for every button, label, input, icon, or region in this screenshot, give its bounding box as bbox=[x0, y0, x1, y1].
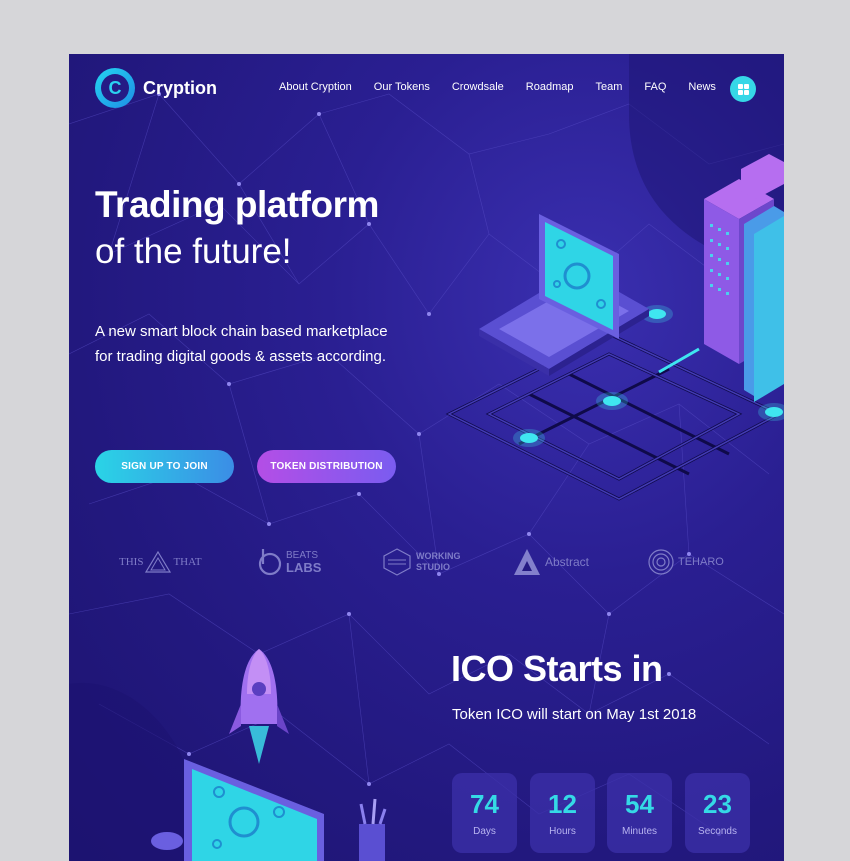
countdown-label: Hours bbox=[549, 826, 576, 837]
ico-subtitle: Token ICO will start on May 1st 2018 bbox=[452, 706, 697, 723]
hero-subtitle: of the future! bbox=[95, 232, 292, 271]
countdown-seconds: 23 Seconds bbox=[685, 773, 750, 853]
teharo-label: TEHARO bbox=[678, 556, 724, 568]
countdown-days: 74 Days bbox=[452, 773, 517, 853]
blockchain-illustration bbox=[445, 154, 784, 501]
countdown-hours: 12 Hours bbox=[530, 773, 595, 853]
brand-name: Cryption bbox=[143, 77, 217, 98]
working-label: WORKING bbox=[416, 551, 461, 561]
token-distribution-button[interactable]: TOKEN DISTRIBUTION bbox=[257, 450, 396, 483]
nav-news[interactable]: News bbox=[688, 81, 716, 93]
hero-description: A new smart block chain based marketplac… bbox=[95, 323, 388, 365]
hexagon-icon bbox=[383, 548, 411, 576]
triangle-icon bbox=[145, 551, 172, 573]
rocket-monitor-illustration bbox=[151, 649, 387, 861]
partner-logos: THIS THAT BEATS LABS WORKING STUDIO Abst… bbox=[109, 542, 749, 582]
nav-team[interactable]: Team bbox=[596, 81, 623, 93]
partner-beats-labs: BEATS LABS bbox=[257, 542, 321, 582]
countdown-value: 74 bbox=[470, 789, 499, 819]
countdown-minutes: 54 Minutes bbox=[607, 773, 672, 853]
labs-label: LABS bbox=[286, 560, 322, 575]
nav-our-tokens[interactable]: Our Tokens bbox=[374, 81, 430, 93]
countdown-label: Minutes bbox=[621, 826, 657, 837]
a-triangle-icon bbox=[514, 549, 540, 575]
page-frame: C Cryption About Cryption Our Tokens Cro… bbox=[69, 54, 784, 861]
hero-title: Trading platform bbox=[95, 184, 379, 225]
concentric-circle-icon bbox=[648, 549, 674, 575]
this-label: THIS bbox=[119, 556, 144, 568]
partner-working-studio: WORKING STUDIO bbox=[382, 542, 461, 582]
grid-menu-icon bbox=[737, 83, 749, 95]
brand-logo[interactable]: C Cryption bbox=[95, 68, 217, 108]
countdown-label: Days bbox=[473, 826, 496, 837]
countdown-value: 54 bbox=[625, 789, 654, 819]
countdown-value: 23 bbox=[703, 789, 732, 819]
countdown-label: Seconds bbox=[698, 826, 737, 837]
nav-roadmap[interactable]: Roadmap bbox=[526, 81, 574, 93]
menu-button[interactable] bbox=[730, 76, 756, 102]
b-circle-icon bbox=[258, 549, 282, 576]
that-label: THAT bbox=[173, 556, 202, 568]
countdown-value: 12 bbox=[548, 789, 577, 819]
ico-title: ICO Starts in bbox=[451, 648, 663, 689]
partner-teharo: TEHARO bbox=[647, 542, 724, 582]
nav-faq[interactable]: FAQ bbox=[644, 81, 666, 93]
sign-up-button[interactable]: SIGN UP TO JOIN bbox=[95, 450, 234, 483]
nav-crowdsale[interactable]: Crowdsale bbox=[452, 81, 504, 93]
studio-label: STUDIO bbox=[416, 562, 451, 572]
nav-about[interactable]: About Cryption bbox=[279, 81, 352, 93]
partner-this-that: THIS THAT bbox=[119, 542, 202, 582]
c-coin-icon: C bbox=[95, 68, 135, 108]
partner-abstract: Abstract bbox=[512, 542, 589, 582]
main-nav: About Cryption Our Tokens Crowdsale Road… bbox=[279, 81, 738, 93]
site-header: C Cryption About Cryption Our Tokens Cro… bbox=[69, 54, 784, 124]
abstract-label: Abstract bbox=[545, 555, 590, 569]
